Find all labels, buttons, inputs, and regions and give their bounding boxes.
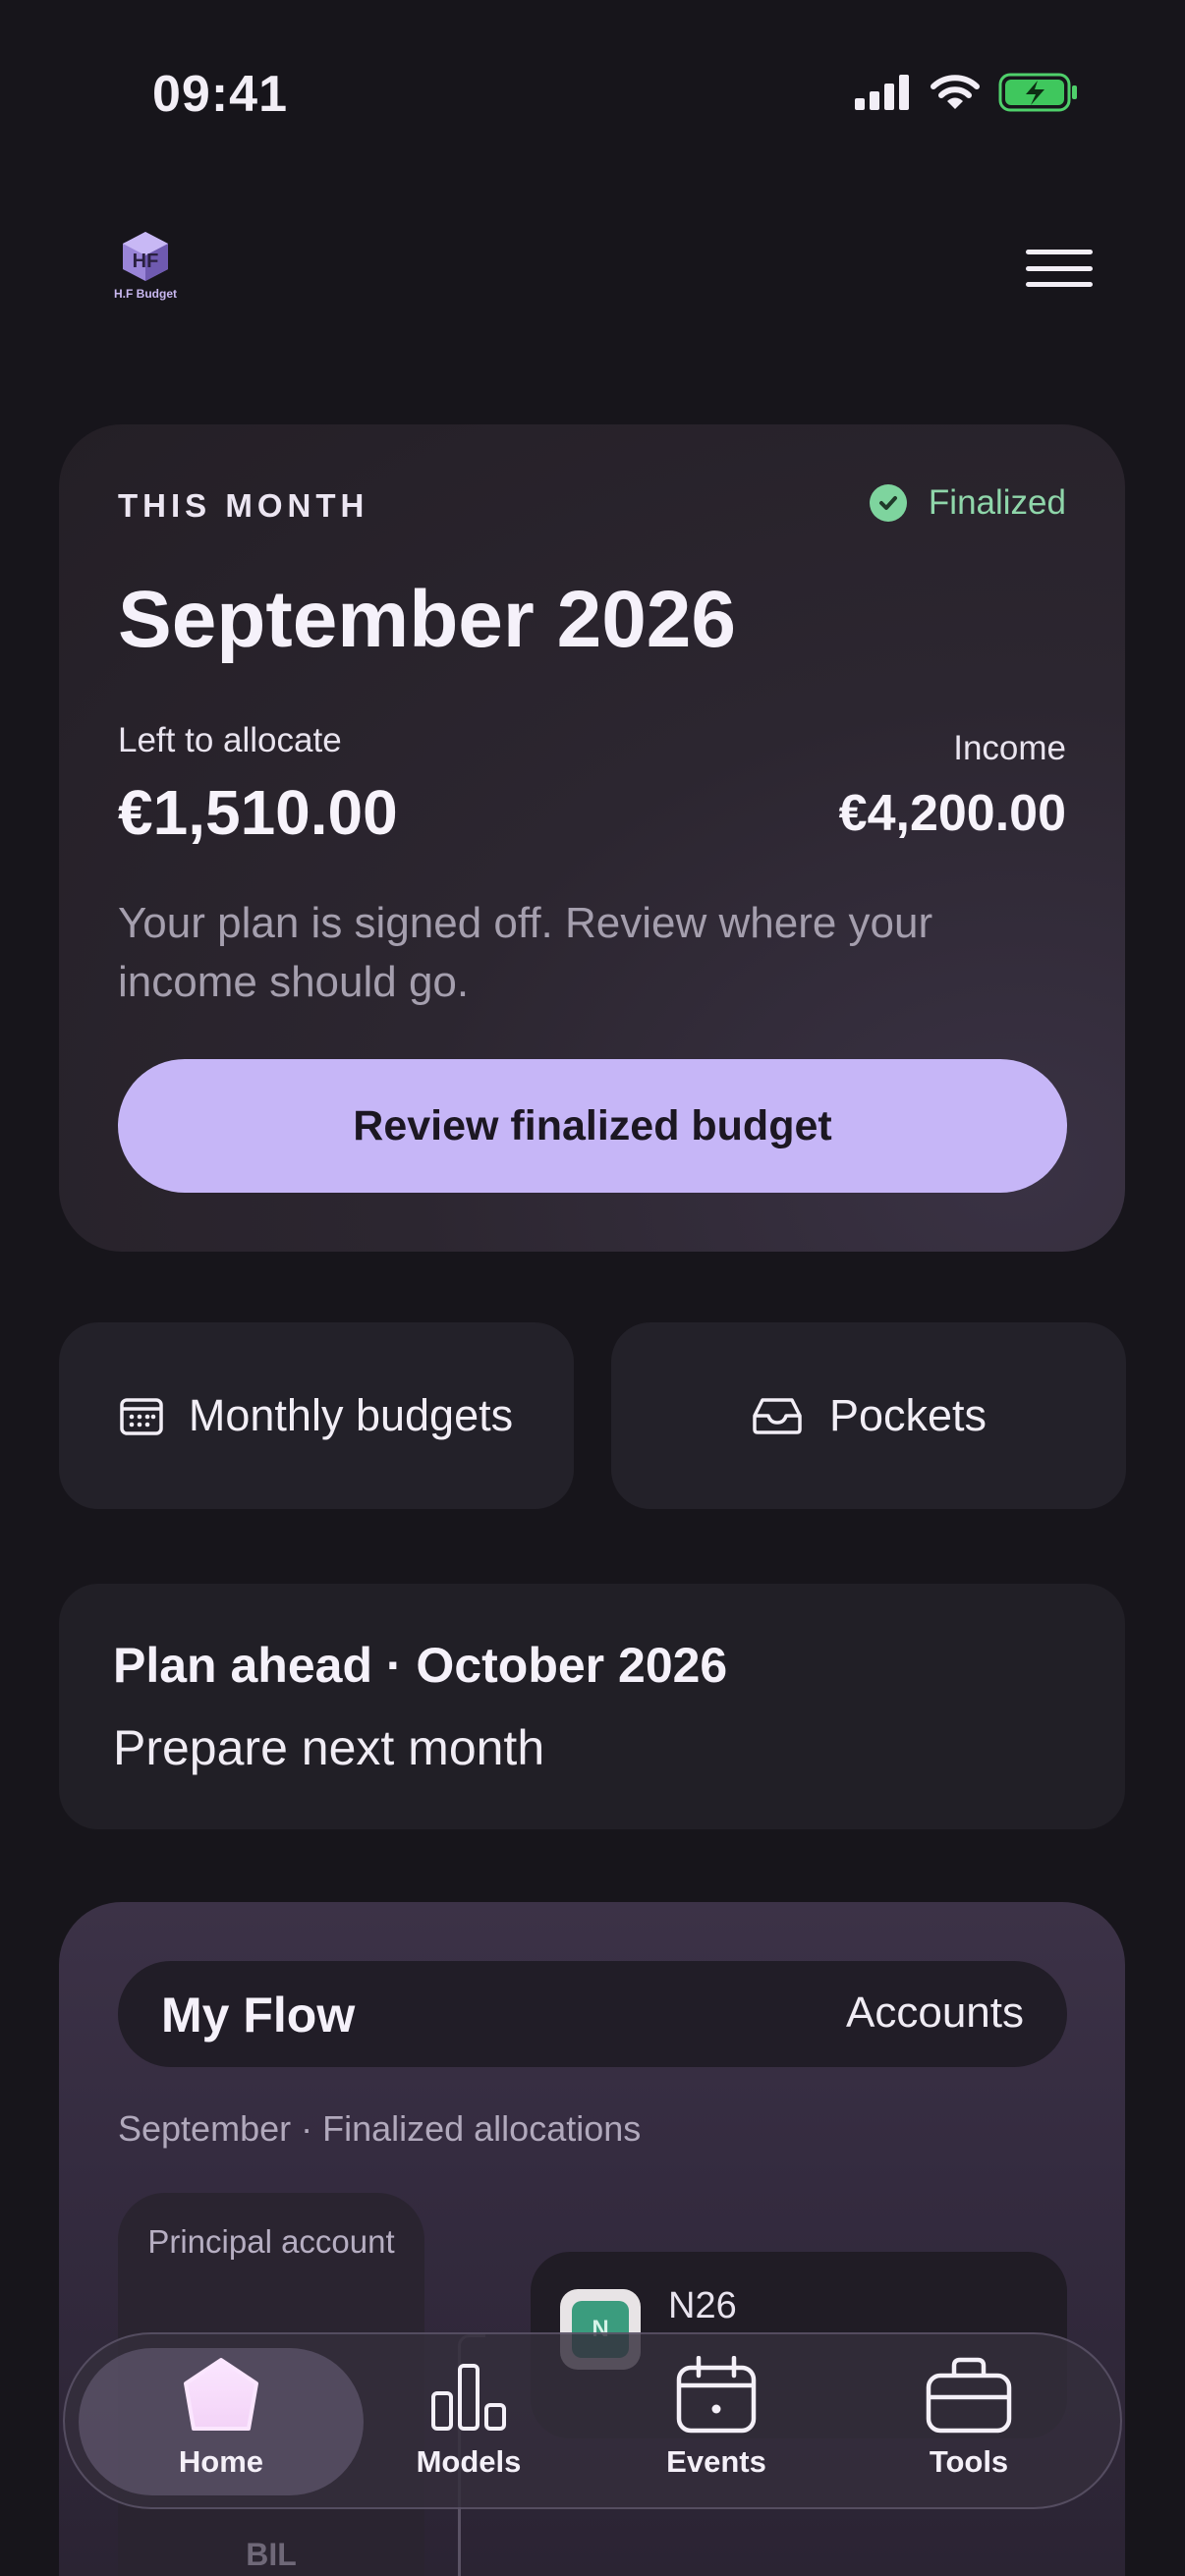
bar-chart-icon [431,2364,506,2431]
nav-home[interactable]: Home [123,2356,319,2493]
nav-events[interactable]: Events [618,2356,815,2493]
menu-button[interactable] [1026,250,1093,287]
logo-text: H.F Budget [114,287,177,301]
plan-ahead-title: Plan ahead · October 2026 [113,1638,728,1693]
toolbox-icon [926,2357,1012,2434]
principal-account-label: Principal account [147,2223,395,2260]
svg-text:HF: HF [133,251,159,272]
home-icon [184,2358,258,2431]
monthly-budgets-button[interactable]: Monthly budgets [59,1322,574,1509]
menu-line [1026,250,1093,254]
principal-bank-name: BIL [246,2537,297,2572]
nav-tools[interactable]: Tools [871,2356,1067,2493]
tab-accounts[interactable]: Accounts [846,1988,1024,2038]
pockets-button[interactable]: Pockets [611,1322,1126,1509]
status-text: Finalized [928,483,1066,522]
check-circle-icon [869,484,907,522]
income-value: €4,200.00 [838,785,1066,842]
income-label: Income [953,729,1066,767]
status-badge: Finalized [869,483,1066,523]
month-title: September 2026 [118,575,737,664]
calendar-icon [120,1398,163,1435]
nav-models-label: Models [416,2444,522,2479]
inbox-tray-icon [753,1398,802,1434]
nav-events-label: Events [666,2444,766,2479]
calendar-icon [676,2356,757,2434]
flow-subtitle: September · Finalized allocations [118,2108,642,2149]
monthly-budgets-label: Monthly budgets [188,1390,514,1440]
cube-logo-icon: HF [123,232,168,281]
nav-models[interactable]: Models [370,2356,567,2493]
status-icons [855,73,1079,112]
left-to-allocate-label: Left to allocate [118,721,342,759]
menu-line [1026,282,1093,287]
month-description: Your plan is signed off. Review where yo… [118,899,933,1006]
pockets-label: Pockets [828,1390,988,1440]
nav-home-label: Home [178,2444,264,2479]
nav-tools-label: Tools [929,2444,1009,2479]
flow-segmented-control: My Flow Accounts [118,1961,1067,2067]
app-logo[interactable]: HF H.F Budget [108,228,183,307]
bottom-nav: Home Models Events Tools [63,2332,1122,2509]
review-budget-button[interactable]: Review finalized budget [118,1059,1067,1193]
tab-my-flow[interactable]: My Flow [161,1987,355,2044]
battery-icon [998,73,1077,112]
status-time: 09:41 [152,66,288,123]
signal-icon [855,75,909,110]
plan-ahead-subtitle: Prepare next month [113,1720,545,1775]
card-label: THIS MONTH [118,487,369,524]
this-month-card: THIS MONTH Finalized September 2026 Left… [59,424,1125,1252]
left-to-allocate-value: €1,510.00 [118,777,398,848]
menu-line [1026,265,1093,271]
plan-ahead-card[interactable]: Plan ahead · October 2026 Prepare next m… [59,1584,1125,1829]
wifi-icon [931,75,980,109]
account-name: N26 [668,2285,737,2326]
